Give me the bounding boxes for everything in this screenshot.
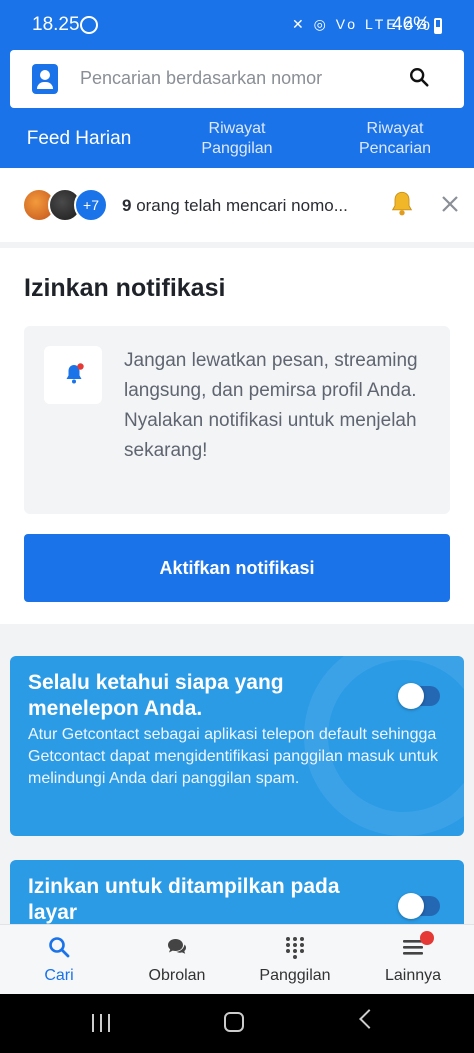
tab-label: Riwayat Pencarian bbox=[358, 120, 432, 157]
dialpad-icon bbox=[286, 937, 304, 959]
toggle-knob bbox=[398, 893, 424, 919]
app-header: Pencarian berdasarkan nomor Feed Harian … bbox=[0, 38, 474, 239]
home-icon[interactable] bbox=[224, 1012, 244, 1032]
chat-icon bbox=[168, 939, 186, 954]
status-time: 18.25 bbox=[32, 14, 80, 35]
bottom-navigation: Cari Obrolan Panggilan Lainnya bbox=[0, 924, 474, 994]
battery-percent: 46% bbox=[392, 14, 431, 35]
close-icon[interactable] bbox=[438, 192, 462, 216]
tab-label: Riwayat Panggilan bbox=[201, 120, 273, 157]
searchers-banner[interactable]: +7 9 orang telah mencari nomo... bbox=[0, 168, 474, 242]
battery-icon bbox=[434, 18, 442, 34]
notification-bell-icon bbox=[66, 363, 84, 384]
section-title: Izinkan notifikasi bbox=[24, 274, 226, 302]
toggle-knob bbox=[398, 683, 424, 709]
whatsapp-icon bbox=[80, 16, 98, 34]
tab-feed-harian[interactable]: Feed Harian bbox=[0, 110, 158, 168]
search-bar[interactable]: Pencarian berdasarkan nomor bbox=[10, 50, 464, 108]
tab-label: Feed Harian bbox=[26, 128, 132, 149]
tab-bar: Feed Harian Riwayat Panggilan Riwayat Penc… bbox=[0, 110, 474, 239]
system-navigation-bar bbox=[0, 994, 474, 1053]
notification-message: Jangan lewatkan pesan, streaming langsun… bbox=[124, 350, 418, 461]
contact-book-icon[interactable] bbox=[32, 64, 58, 94]
tab-riwayat-panggilan[interactable]: Riwayat Panggilan bbox=[158, 110, 316, 168]
tab-riwayat-pencarian[interactable]: Riwayat Pencarian bbox=[316, 110, 474, 168]
default-dialer-toggle[interactable] bbox=[398, 683, 440, 709]
nav-lainnya[interactable]: Lainnya bbox=[354, 925, 472, 995]
promo-title: Selalu ketahui siapa yang menelepon Anda… bbox=[28, 671, 284, 720]
search-icon[interactable] bbox=[408, 66, 430, 88]
activate-notifications-button[interactable]: Aktifkan notifikasi bbox=[24, 534, 450, 602]
nav-panggilan[interactable]: Panggilan bbox=[236, 925, 354, 995]
bell-icon bbox=[391, 191, 413, 216]
notification-section: Izinkan notifikasi Jangan lewatkan pesan… bbox=[0, 248, 474, 624]
search-icon bbox=[49, 937, 70, 958]
notification-card: Jangan lewatkan pesan, streaming langsun… bbox=[24, 326, 450, 514]
search-input[interactable]: Pencarian berdasarkan nomor bbox=[80, 68, 322, 89]
recent-apps-icon[interactable] bbox=[92, 1014, 112, 1032]
notification-badge bbox=[420, 931, 434, 945]
extra-count-avatar: +7 bbox=[74, 188, 108, 222]
promo-description: Atur Getcontact sebagai aplikasi telepon… bbox=[28, 726, 439, 787]
nav-cari[interactable]: Cari bbox=[0, 925, 118, 995]
default-dialer-card[interactable]: Selalu ketahui siapa yang menelepon Anda… bbox=[10, 656, 464, 836]
overlay-permission-toggle[interactable] bbox=[398, 893, 440, 919]
nav-label: Lainnya bbox=[384, 967, 442, 984]
promo-title: Izinkan untuk ditampilkan pada layar bbox=[28, 875, 340, 924]
searchers-text: 9 orang telah mencari nomo... bbox=[122, 196, 348, 215]
nav-label: Obrolan bbox=[148, 967, 206, 984]
nav-obrolan[interactable]: Obrolan bbox=[118, 925, 236, 995]
notification-icon-box bbox=[44, 346, 102, 404]
nav-label: Panggilan bbox=[259, 967, 331, 984]
back-icon[interactable] bbox=[359, 1009, 379, 1029]
nav-label: Cari bbox=[44, 967, 74, 984]
